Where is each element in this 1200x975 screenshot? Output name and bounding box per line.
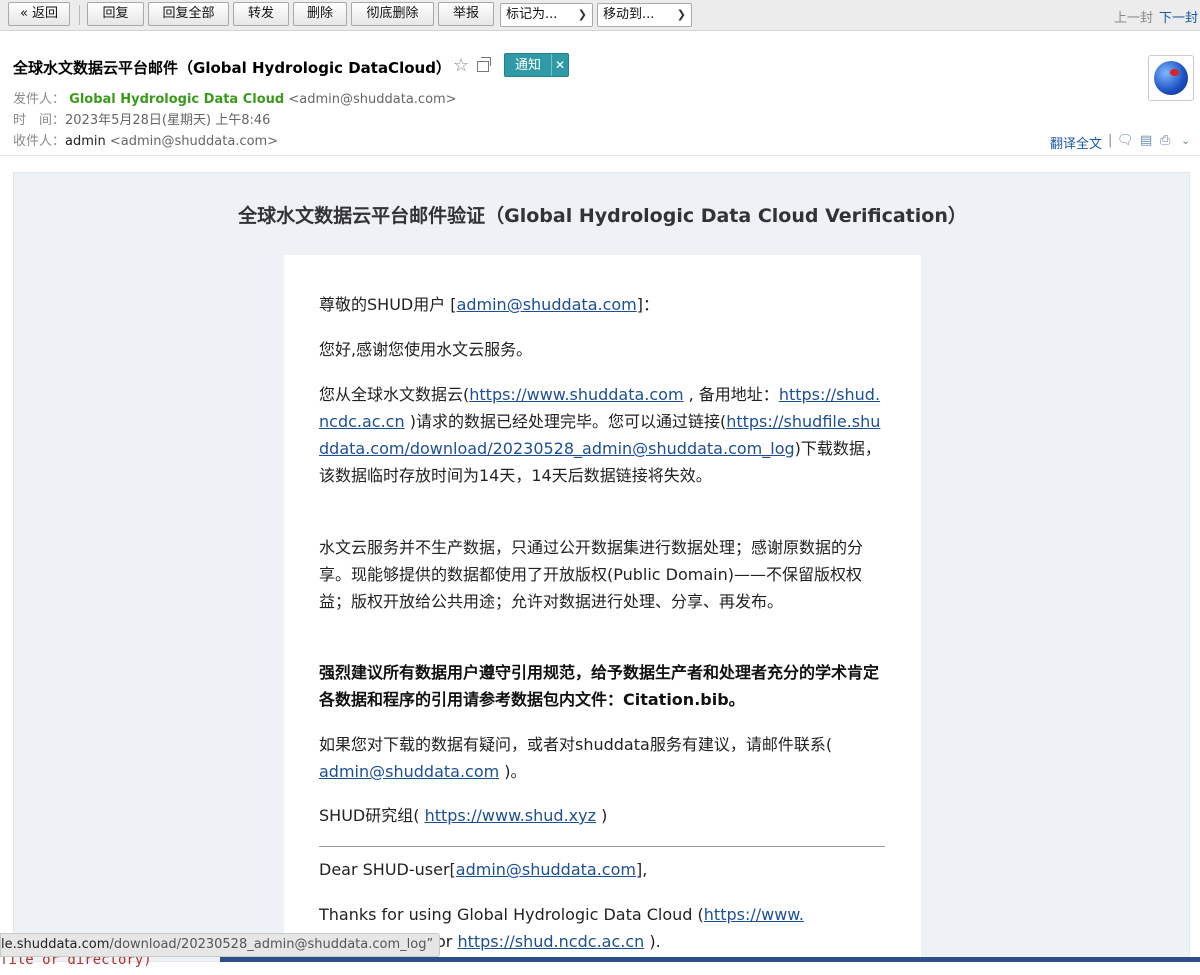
paragraph-text: ). [644,932,661,951]
en-thanks-line1: Thanks for using Global Hydrologic Data … [319,901,889,928]
paragraph-text: Thanks for using Global Hydrologic Data … [319,905,704,924]
divider-line [319,846,885,847]
chat-icon[interactable]: 🗨 [1117,133,1134,148]
globe-icon [1154,61,1188,95]
shuddata-link[interactable]: https://www.shuddata.com [469,385,683,404]
prev-mail-link[interactable]: 上一封 [1114,7,1153,26]
delete-forever-button[interactable]: 彻底删除 [351,2,434,26]
paragraph-text: Dear SHUD-user[ [319,860,456,879]
chevron-down-icon: ❯ [577,8,587,21]
back-button[interactable]: « 返回 [8,2,70,26]
bottom-edge-bar [220,957,1200,962]
toolbar-divider [79,5,80,25]
sender-row: 发件人： Global Hydrologic Data Cloud <admin… [13,88,457,107]
citation-paragraph: 强烈建议所有数据用户遵守引用规范，给予数据生产者和处理者充分的学术肯定各数据和程… [319,663,880,709]
open-new-window-icon[interactable] [477,57,491,72]
reply-button[interactable]: 回复 [87,2,144,26]
greeting-text: ]： [636,295,660,314]
mail-subject: 全球水文数据云平台邮件（Global Hydrologic DataCloud） [13,59,451,77]
note-icon[interactable]: ▤ [1140,133,1152,148]
time-label: 时 间： [13,113,66,128]
paragraph-text: 您从全球水文数据云( [319,385,470,404]
download-paragraph: 您从全球水文数据云(https://www.shuddata.com , 备用地… [319,381,889,489]
sender-address: <admin@shuddata.com> [288,92,457,107]
en-greeting-email-link[interactable]: admin@shuddata.com [456,860,636,879]
shud-site-link[interactable]: https://www.shud.xyz [425,806,596,825]
paragraph-text: , 备用地址： [683,385,779,404]
time-row: 时 间：2023年5月28日(星期天) 上午8:46 [13,109,270,128]
move-to-select[interactable]: 移动到... ❯ [597,3,692,27]
reply-all-button[interactable]: 回复全部 [148,2,229,26]
mark-as-select[interactable]: 标记为... ❯ [500,3,593,27]
paragraph-text: SHUD研究组( [319,806,425,825]
paragraph-text: )。 [499,762,527,781]
tag-badge[interactable]: 通知 ✕ [504,53,570,77]
recipient-address: <admin@shuddata.com> [109,134,279,149]
chevron-down-icon: ❯ [676,8,686,21]
status-path: /download/20230528_admin@shuddata.com_lo… [109,937,434,952]
next-mail-link[interactable]: 下一封 [1159,7,1198,26]
print-icon[interactable]: ⎙ [1160,133,1170,148]
mail-body-title: 全球水文数据云平台邮件验证（Global Hydrologic Data Clo… [238,205,967,227]
paragraph-text: ) [595,806,608,825]
mail-content-card: 尊敬的SHUD用户 [admin@shuddata.com]： 您好,感谢您使用… [284,255,921,975]
greeting-paragraph: 尊敬的SHUD用户 [admin@shuddata.com]： [319,291,889,318]
sender-label: 发件人： [13,92,66,107]
en-shuddata-link[interactable]: https://www. [704,905,804,924]
en-greeting-paragraph: Dear SHUD-user[admin@shuddata.com], [319,856,889,883]
greeting-email-link[interactable]: admin@shuddata.com [457,295,637,314]
contact-email-link[interactable]: admin@shuddata.com [319,762,499,781]
paragraph-text: )请求的数据已经处理完毕。您可以通过链接( [404,412,727,431]
signature-paragraph: SHUD研究组( https://www.shud.xyz ) [319,802,889,829]
delete-button[interactable]: 删除 [293,2,347,26]
divider: | [1108,133,1113,148]
star-icon[interactable]: ☆ [453,55,469,76]
recipient-row: 收件人：admin <admin@shuddata.com> [13,130,278,149]
mail-toolbar: « 返回 回复 回复全部 转发 删除 彻底删除 举报 标记为... ❯ 移动到.… [0,0,1200,31]
tag-label: 通知 [515,58,542,73]
license-paragraph: 水文云服务并不生产数据，只通过公开数据集进行数据处理；感谢原数据的分享。现能够提… [319,538,864,611]
remove-tag-icon[interactable]: ✕ [551,54,568,76]
mail-header: 全球水文数据云平台邮件（Global Hydrologic DataCloud）… [0,31,1200,156]
en-backup-site-link[interactable]: https://shud.ncdc.ac.cn [457,932,644,951]
report-button[interactable]: 举报 [438,2,494,26]
recipient-label: 收件人： [13,134,66,149]
forward-button[interactable]: 转发 [233,2,289,26]
sender-name[interactable]: Global Hydrologic Data Cloud [69,92,284,107]
move-to-label: 移动到... [603,7,655,22]
translate-link[interactable]: 翻译全文 [1050,133,1102,152]
contact-paragraph: 如果您对下载的数据有疑问，或者对shuddata服务有建议，请邮件联系( adm… [319,731,889,785]
paragraph-text: 如果您对下载的数据有疑问，或者对shuddata服务有建议，请邮件联系( [319,735,833,754]
sender-avatar [1148,55,1194,101]
chevron-down-icon[interactable]: ⌄ [1181,134,1190,147]
mail-body: 全球水文数据云平台邮件验证（Global Hydrologic Data Clo… [13,172,1190,975]
paragraph-text: ], [635,860,648,879]
greeting-text: 尊敬的SHUD用户 [ [319,295,457,314]
recipient-name[interactable]: admin [65,134,106,149]
time-value: 2023年5月28日(星期天) 上午8:46 [65,113,271,128]
link-status-bar: le.shuddata.com/download/20230528_admin@… [0,933,441,957]
hello-paragraph: 您好,感谢您使用水文云服务。 [319,340,533,359]
status-host: le.shuddata.com [1,937,110,952]
mark-as-label: 标记为... [506,7,558,22]
